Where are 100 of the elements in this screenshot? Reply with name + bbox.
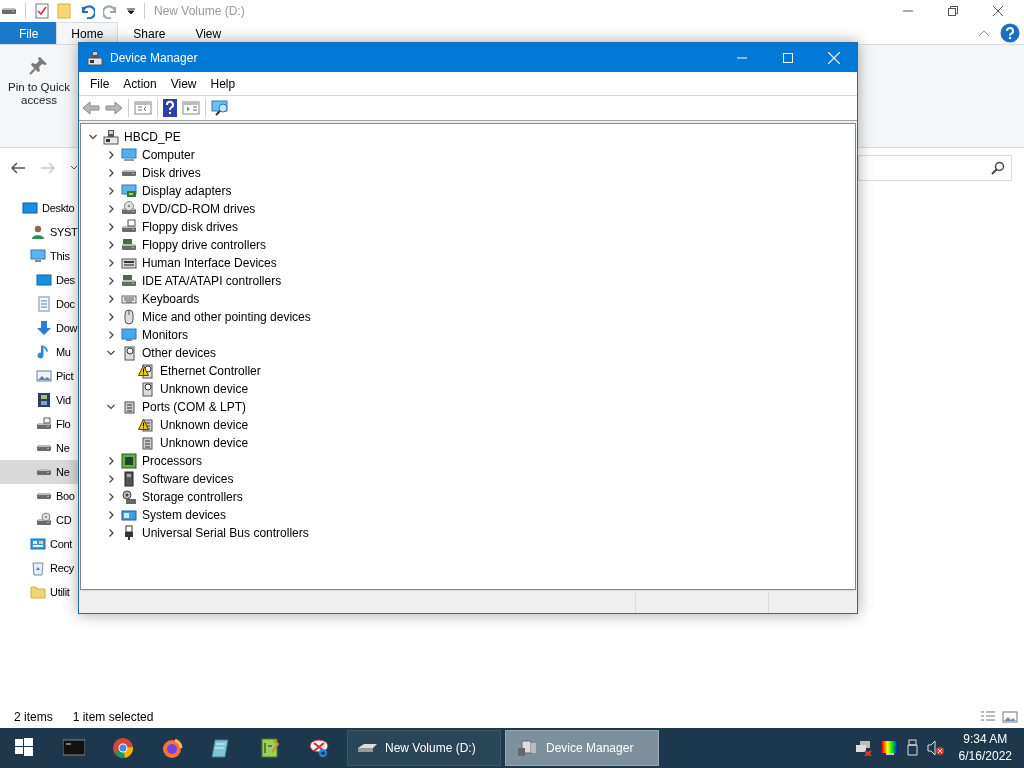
tree-item[interactable]: Unknown device [160,436,249,450]
tree-item[interactable]: Monitors [142,328,188,342]
menu-item[interactable]: Help [203,76,243,91]
search-field[interactable] [858,155,1012,181]
nav-item[interactable]: Boo [0,484,80,508]
nav-item[interactable]: Ne [0,460,80,484]
nav-item[interactable]: Doc [0,292,80,316]
device-manager-icon [87,49,103,66]
system-device-icon [121,507,137,523]
notepad-icon [209,737,232,759]
restore-icon[interactable] [947,6,958,16]
tree-item[interactable]: Human Interface Devices [142,256,277,270]
tree-item[interactable]: HBCD_PE [124,130,181,144]
chrome-icon [111,737,134,759]
clock-date[interactable]: 6/16/2022 [958,748,1012,765]
disc-drive-icon [121,201,137,217]
scan-hardware-icon[interactable] [211,100,231,116]
help-icon[interactable] [1000,23,1020,43]
unknown-device-icon [139,381,155,397]
console-tree-icon[interactable] [134,100,152,116]
nav-item[interactable]: Mu [0,340,80,364]
port-icon [139,435,155,451]
network-disconnected-icon[interactable] [854,740,873,756]
tree-item[interactable]: Unknown device [160,418,249,432]
terminal-icon [62,737,85,759]
nav-item[interactable]: This [0,244,80,268]
menu-item[interactable]: View [163,76,204,91]
tree-item[interactable]: DVD/CD-ROM drives [142,202,256,216]
file-menu-tab[interactable]: File [0,22,57,44]
computer-icon [121,147,137,163]
drive-icon [37,445,51,451]
nav-item[interactable]: Flo [0,412,80,436]
drive-icon [37,469,51,475]
tree-item[interactable]: Storage controllers [142,490,243,504]
undo-icon[interactable] [79,3,95,19]
tree-item[interactable]: Software devices [142,472,234,486]
desktop-icon [22,200,38,216]
tree-item[interactable]: Ports (COM & LPT) [142,400,246,414]
tree-item[interactable]: Floppy drive controllers [142,238,267,252]
clock-time[interactable]: 9:34 AM [963,731,1008,748]
control-panel-icon [30,536,46,552]
redo-icon[interactable] [103,3,119,19]
close-icon[interactable] [992,6,1003,16]
action-pane-icon[interactable] [182,100,200,116]
nav-item[interactable]: Dow [0,316,80,340]
pin-button[interactable]: Pin to Quick access [4,55,74,117]
film-icon [36,392,52,408]
menu-item[interactable]: File [83,76,117,91]
nav-item[interactable]: Vid [0,388,80,412]
help-icon[interactable] [163,99,177,117]
tree-item[interactable]: Disk drives [142,166,201,180]
nav-item[interactable]: Recy [0,556,80,580]
forward-arrow-icon[interactable] [105,100,123,116]
status-text: 2 items [14,710,53,724]
drive-icon [37,493,51,499]
tree-item[interactable]: Keyboards [142,292,200,306]
nav-item[interactable]: Des [0,268,80,292]
nav-item[interactable]: Deskto [0,196,80,220]
tree-item[interactable]: Computer [142,148,195,162]
ribbon-tab[interactable]: Home [56,22,119,44]
computer-icon [30,248,46,264]
tree-item[interactable]: System devices [142,508,227,522]
nav-item[interactable]: SYST [0,220,80,244]
tree-item[interactable]: Unknown device [160,382,249,396]
unknown-device-icon [121,345,137,361]
maximize-icon[interactable] [783,52,793,63]
floppy-drive-icon [121,219,137,235]
large-icons-view-icon[interactable] [1002,710,1018,724]
tree-item[interactable]: Other devices [142,346,217,360]
color-display-icon[interactable] [880,740,899,756]
tree-item[interactable]: Display adapters [142,184,232,198]
nav-item[interactable]: CD [0,508,80,532]
tree-item[interactable]: Universal Serial Bus controllers [142,526,309,540]
customize-caret-icon[interactable] [127,7,135,15]
processor-icon [121,453,137,469]
ribbon-tab[interactable]: Share [118,22,181,44]
tree-item[interactable]: Floppy disk drives [142,220,239,234]
minimize-icon[interactable] [902,10,913,12]
recent-locations-caret-icon[interactable] [70,165,78,171]
nav-item[interactable]: Ne [0,436,80,460]
collapse-ribbon-icon[interactable] [978,29,990,37]
drive-icon [122,170,136,176]
tree-item[interactable]: Mice and other pointing devices [142,310,311,324]
tree-item[interactable]: Ethernet Controller [160,364,261,378]
menu-item[interactable]: Action [116,76,164,91]
drive-icon[interactable] [2,8,16,14]
details-view-icon[interactable] [980,710,996,724]
usb-drive-icon[interactable] [906,739,919,757]
ribbon-tab[interactable]: View [180,22,237,44]
floppy-drive-icon [36,416,52,432]
controller-icon [121,237,137,253]
tree-item[interactable]: IDE ATA/ATAPI controllers [142,274,282,288]
properties-icon[interactable] [35,3,49,19]
speaker-muted-icon[interactable] [926,740,945,756]
nav-item[interactable]: Cont [0,532,80,556]
nav-item[interactable]: Pict [0,364,80,388]
tree-item[interactable]: Processors [142,454,203,468]
back-arrow-icon[interactable] [10,161,26,175]
nav-item[interactable]: Utilit [0,580,80,604]
taskbar-window-button[interactable]: New Volume (D:) [347,730,501,766]
